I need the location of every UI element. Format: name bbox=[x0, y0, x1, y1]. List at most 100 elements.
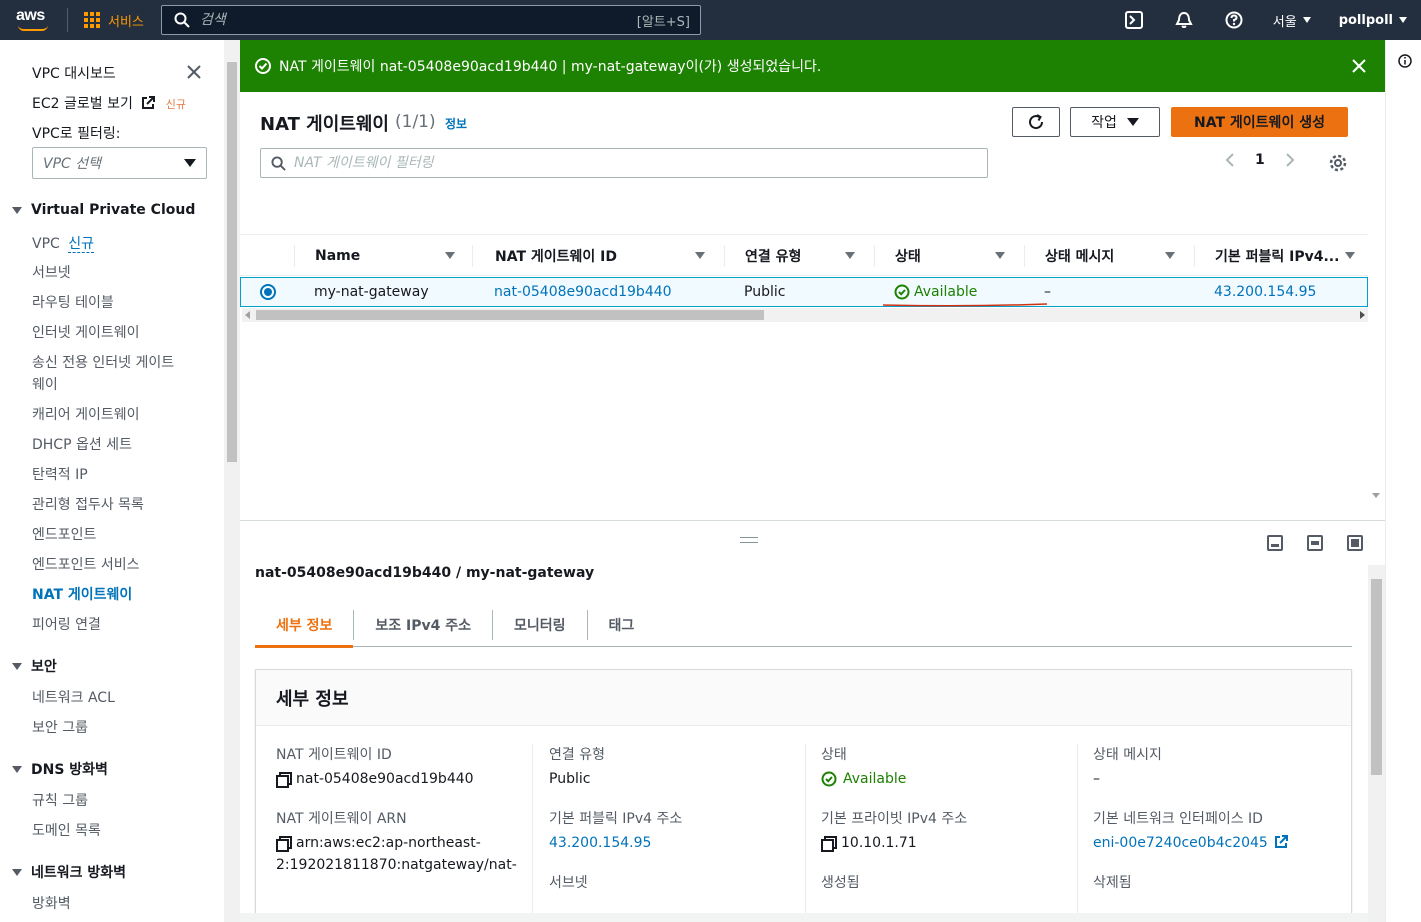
scroll-down-arrow-icon[interactable] bbox=[1372, 493, 1380, 498]
sidebar-section-network-firewall[interactable]: 네트워크 방화벽 bbox=[12, 862, 126, 882]
cloudshell-button[interactable] bbox=[1109, 0, 1159, 40]
cell-nat-gateway-id-link[interactable]: nat-05408e90acd19b440 bbox=[494, 284, 672, 300]
sort-icon[interactable] bbox=[845, 252, 855, 259]
sort-icon[interactable] bbox=[1165, 252, 1175, 259]
account-menu[interactable]: pollpoll bbox=[1325, 13, 1421, 28]
sidebar-scrollbar[interactable] bbox=[224, 40, 240, 922]
sidebar-item-rule-groups[interactable]: 규칙 그룹 bbox=[32, 790, 88, 810]
info-icon[interactable] bbox=[1398, 54, 1412, 68]
success-check-icon bbox=[255, 58, 271, 74]
global-search[interactable]: [알트+S] bbox=[161, 5, 701, 35]
sidebar-item-ec2-global-view[interactable]: EC2 글로벌 보기 신규 bbox=[32, 93, 186, 113]
info-link[interactable]: 정보 bbox=[445, 115, 467, 132]
column-label: Name bbox=[315, 248, 361, 264]
sidebar-item-egress-only-igw[interactable]: 송신 전용 인터넷 게이트 bbox=[32, 352, 174, 372]
table-filter[interactable] bbox=[260, 148, 988, 178]
pagination: 1 bbox=[1225, 152, 1295, 168]
chevron-down-icon bbox=[1399, 17, 1407, 23]
actions-label: 작업 bbox=[1091, 115, 1117, 131]
help-button[interactable] bbox=[1209, 0, 1259, 40]
notifications-button[interactable] bbox=[1159, 0, 1209, 40]
split-bottom-icon[interactable] bbox=[1267, 535, 1283, 551]
sidebar-item-internet-gateways[interactable]: 인터넷 게이트웨이 bbox=[32, 322, 140, 342]
sidebar-item-carrier-gateways[interactable]: 캐리어 게이트웨이 bbox=[32, 404, 140, 424]
tab-tags[interactable]: 태그 bbox=[588, 603, 656, 647]
sidebar-item-vpc-dashboard[interactable]: VPC 대시보드 bbox=[32, 63, 116, 83]
sidebar-item-domain-lists[interactable]: 도메인 목록 bbox=[32, 820, 101, 840]
caret-down-icon bbox=[12, 662, 22, 670]
sidebar-item-elastic-ips[interactable]: 탄력적 IP bbox=[32, 464, 88, 484]
sort-icon[interactable] bbox=[995, 252, 1005, 259]
chevron-left-icon[interactable] bbox=[1225, 152, 1235, 168]
services-menu-button[interactable]: 서비스 bbox=[84, 0, 144, 40]
actions-button[interactable]: 작업 bbox=[1070, 107, 1160, 137]
nav-divider bbox=[67, 8, 68, 32]
close-icon[interactable] bbox=[187, 65, 201, 79]
column-header-connectivity[interactable]: 연결 유형 bbox=[745, 235, 801, 277]
cell-connectivity: Public bbox=[744, 284, 786, 300]
split-panel-resize-handle[interactable] bbox=[740, 537, 758, 543]
scrollbar-thumb[interactable] bbox=[227, 62, 237, 462]
detail-vertical-scrollbar[interactable] bbox=[1368, 565, 1385, 922]
column-header-name[interactable]: Name bbox=[315, 235, 360, 277]
close-icon[interactable] bbox=[1349, 56, 1369, 76]
aws-logo[interactable]: aws bbox=[16, 7, 52, 33]
sidebar-item-endpoints[interactable]: 엔드포인트 bbox=[32, 524, 96, 544]
nav-right-group: 서울 pollpoll bbox=[1109, 0, 1421, 40]
vpc-filter-select[interactable]: VPC 선택 bbox=[32, 147, 207, 179]
sidebar-item-network-acls[interactable]: 네트워크 ACL bbox=[32, 687, 115, 707]
sort-icon[interactable] bbox=[445, 252, 455, 259]
sidebar-item-peering[interactable]: 피어링 연결 bbox=[32, 614, 101, 634]
scrollbar-thumb[interactable] bbox=[1371, 579, 1382, 775]
copy-icon[interactable] bbox=[276, 772, 292, 788]
annotation-underline bbox=[883, 303, 1047, 307]
sidebar-item-vpc[interactable]: VPC 신규 bbox=[32, 233, 95, 253]
table-horizontal-scrollbar[interactable] bbox=[242, 308, 1368, 322]
chevron-right-icon[interactable] bbox=[1285, 152, 1295, 168]
current-page[interactable]: 1 bbox=[1255, 152, 1265, 168]
column-header-state[interactable]: 상태 bbox=[895, 235, 921, 277]
sidebar-item-prefix-lists[interactable]: 관리형 접두사 목록 bbox=[32, 494, 144, 514]
chevron-down-icon bbox=[184, 159, 196, 167]
tab-secondary-ipv4[interactable]: 보조 IPv4 주소 bbox=[354, 603, 492, 647]
sidebar-item-route-tables[interactable]: 라우팅 테이블 bbox=[32, 292, 114, 312]
scroll-left-arrow-icon[interactable] bbox=[245, 311, 250, 319]
filter-input[interactable] bbox=[294, 155, 987, 171]
sidebar-section-vpc[interactable]: Virtual Private Cloud bbox=[12, 202, 195, 218]
gear-icon[interactable] bbox=[1328, 153, 1348, 173]
help-panel-rail bbox=[1385, 40, 1421, 922]
sort-icon[interactable] bbox=[1345, 252, 1355, 259]
create-nat-gateway-button[interactable]: NAT 게이트웨이 생성 bbox=[1171, 107, 1348, 137]
table-header: Name NAT 게이트웨이 ID 연결 유형 상태 상태 메시지 기본 퍼블릭… bbox=[240, 234, 1368, 276]
split-middle-icon[interactable] bbox=[1307, 535, 1323, 551]
sidebar-section-dns-firewall[interactable]: DNS 방화벽 bbox=[12, 759, 108, 779]
split-full-icon[interactable] bbox=[1347, 535, 1363, 551]
column-header-id[interactable]: NAT 게이트웨이 ID bbox=[495, 235, 617, 277]
region-selector[interactable]: 서울 bbox=[1259, 11, 1325, 30]
scroll-right-arrow-icon[interactable] bbox=[1360, 311, 1365, 319]
caret-down-icon bbox=[12, 206, 22, 214]
sidebar-item-endpoint-services[interactable]: 엔드포인트 서비스 bbox=[32, 554, 140, 574]
tab-monitoring[interactable]: 모니터링 bbox=[493, 603, 587, 647]
sidebar-item-subnets[interactable]: 서브넷 bbox=[32, 262, 71, 282]
tab-details[interactable]: 세부 정보 bbox=[255, 603, 354, 648]
sidebar-item-firewalls[interactable]: 방화벽 bbox=[32, 893, 71, 913]
sidebar-item-egress-only-igw-cont[interactable]: 웨이 bbox=[32, 374, 58, 394]
eni-value[interactable]: eni-00e7240ce0b4c2045 bbox=[1093, 832, 1348, 854]
copy-icon[interactable] bbox=[276, 836, 292, 852]
sidebar-item-security-groups[interactable]: 보안 그룹 bbox=[32, 717, 88, 737]
refresh-button[interactable] bbox=[1012, 107, 1060, 137]
sidebar-item-dhcp-options[interactable]: DHCP 옵션 세트 bbox=[32, 434, 132, 454]
row-select-radio[interactable] bbox=[260, 284, 276, 300]
sort-icon[interactable] bbox=[695, 252, 705, 259]
sidebar-item-nat-gateways[interactable]: NAT 게이트웨이 bbox=[32, 584, 132, 604]
scrollbar-thumb[interactable] bbox=[256, 310, 764, 320]
section-title: 보안 bbox=[31, 659, 57, 675]
table-row[interactable]: my-nat-gateway nat-05408e90acd19b440 Pub… bbox=[240, 277, 1368, 307]
column-header-public-ip[interactable]: 기본 퍼블릭 IPv4... bbox=[1215, 235, 1339, 277]
column-header-state-message[interactable]: 상태 메시지 bbox=[1045, 235, 1114, 277]
copy-icon[interactable] bbox=[821, 836, 837, 852]
sidebar-section-security[interactable]: 보안 bbox=[12, 656, 57, 676]
eni-link[interactable]: eni-00e7240ce0b4c2045 bbox=[1093, 832, 1268, 854]
global-search-input[interactable] bbox=[190, 12, 637, 28]
